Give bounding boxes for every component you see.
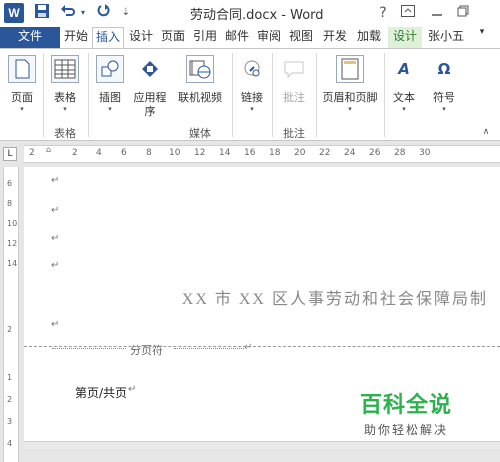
- minimize-icon[interactable]: [426, 3, 448, 23]
- chevron-down-icon: ▾: [442, 105, 446, 113]
- separator: [88, 53, 89, 137]
- text-button[interactable]: A 文本 ▾: [386, 49, 422, 142]
- paragraph-mark: ↵: [51, 319, 60, 330]
- tab-addins[interactable]: 加载: [354, 27, 384, 48]
- illustrations-icon: [96, 55, 124, 83]
- tab-header-footer-design[interactable]: 设计: [388, 27, 422, 48]
- tab-selector[interactable]: L: [3, 147, 17, 161]
- separator: [384, 53, 385, 137]
- page-icon: [8, 55, 36, 83]
- chevron-down-icon: ▾: [250, 105, 254, 113]
- page-break-line: [174, 348, 244, 349]
- separator: [272, 53, 273, 137]
- ribbon: 页面 ▾ 表格 ▾ 表格 插图 ▾ 应用程 序 联机视频 媒体 链接 ▾ 批注 …: [0, 48, 500, 141]
- ribbon-display-options-icon[interactable]: [397, 3, 419, 23]
- symbol-icon: Ω: [430, 55, 458, 83]
- table-icon: [51, 55, 79, 83]
- footer-text[interactable]: 第页/共页: [75, 384, 127, 401]
- chevron-down-icon: ▾: [20, 105, 24, 113]
- paragraph-mark: ↵: [51, 175, 60, 186]
- page-break: 分页符 ↵: [52, 342, 252, 358]
- tab-mailings[interactable]: 邮件: [222, 27, 252, 48]
- link-icon: [238, 55, 266, 83]
- paragraph-mark: ↵: [244, 342, 253, 353]
- watermark-title: 百科全说: [360, 393, 453, 418]
- window-title: 劳动合同.docx - Word: [190, 8, 324, 23]
- header-text: XX 市 XX 区人事劳动和社会保障局制: [181, 291, 488, 308]
- horizontal-ruler[interactable]: ⌂ 2 2 4 6 8 10 12 14 16 18 20 22 24 26 2…: [24, 145, 500, 163]
- separator: [232, 53, 233, 137]
- symbol-button[interactable]: Ω 符号 ▾: [426, 49, 462, 142]
- undo-dropdown-icon[interactable]: ▾: [78, 3, 88, 23]
- group-label-comments: 批注: [283, 127, 305, 140]
- chevron-down-icon: ▾: [63, 105, 67, 113]
- tab-review[interactable]: 审阅: [254, 27, 284, 48]
- illustrations-button[interactable]: 插图 ▾: [90, 49, 130, 142]
- apps-button[interactable]: 应用程 序: [130, 49, 170, 142]
- group-label-media: 媒体: [189, 127, 211, 140]
- watermark-subtitle: 助你轻松解决: [364, 423, 449, 437]
- tab-developer[interactable]: 开发: [320, 27, 350, 48]
- tab-design[interactable]: 设计: [126, 27, 156, 48]
- ribbon-tabs: 文件 开始 插入 设计 页面 引用 邮件 审阅 视图 开发 加载 设计 张小五 …: [0, 27, 500, 48]
- user-account[interactable]: 张小五: [424, 27, 468, 48]
- page-gap: [24, 441, 500, 449]
- watermark: 百科全说 助你轻松解决: [360, 387, 452, 438]
- link-button[interactable]: 链接 ▾: [234, 49, 270, 142]
- vertical-ruler[interactable]: 6 8 10 12 14 2 1 2 3 4: [3, 167, 19, 462]
- paragraph-mark: ↵: [51, 260, 60, 271]
- online-video-icon: [186, 55, 214, 83]
- tab-view[interactable]: 视图: [286, 27, 316, 48]
- redo-icon[interactable]: [94, 3, 114, 23]
- chevron-down-icon: ▾: [108, 105, 112, 113]
- paragraph-mark: ↵: [128, 384, 137, 395]
- chevron-down-icon: ▾: [402, 105, 406, 113]
- tab-file[interactable]: 文件: [0, 27, 60, 48]
- pages-button[interactable]: 页面 ▾: [2, 49, 42, 142]
- text-icon: A: [390, 55, 418, 83]
- title-bar: W ▾ ⇣ 劳动合同.docx - Word ?: [0, 0, 500, 27]
- undo-icon[interactable]: [58, 3, 78, 23]
- footer-separator-line: [24, 346, 500, 347]
- separator: [316, 53, 317, 137]
- apps-icon: [136, 55, 164, 83]
- tab-layout[interactable]: 页面: [158, 27, 188, 48]
- header-footer-button[interactable]: 页眉和页脚 ▾: [318, 49, 382, 142]
- comment-icon: [280, 55, 308, 83]
- help-icon[interactable]: ?: [372, 3, 394, 23]
- page-break-line: [52, 348, 126, 349]
- paragraph-mark: ↵: [51, 233, 60, 244]
- paragraph-mark: ↵: [51, 205, 60, 216]
- tab-insert[interactable]: 插入: [92, 27, 124, 48]
- tab-references[interactable]: 引用: [190, 27, 220, 48]
- customize-qat-icon[interactable]: ⇣: [120, 3, 132, 23]
- tab-home[interactable]: 开始: [62, 27, 90, 48]
- separator: [43, 53, 44, 137]
- collapse-ribbon-icon[interactable]: ∧: [478, 127, 494, 137]
- save-icon[interactable]: [32, 3, 52, 23]
- restore-icon[interactable]: [452, 3, 474, 23]
- page-break-label: 分页符: [128, 342, 165, 358]
- word-app-icon[interactable]: W: [4, 3, 24, 23]
- header-footer-icon: [336, 55, 364, 83]
- group-label-table: 表格: [54, 127, 76, 140]
- user-avatar-icon[interactable]: ▾: [470, 27, 494, 48]
- chevron-down-icon: ▾: [348, 105, 352, 113]
